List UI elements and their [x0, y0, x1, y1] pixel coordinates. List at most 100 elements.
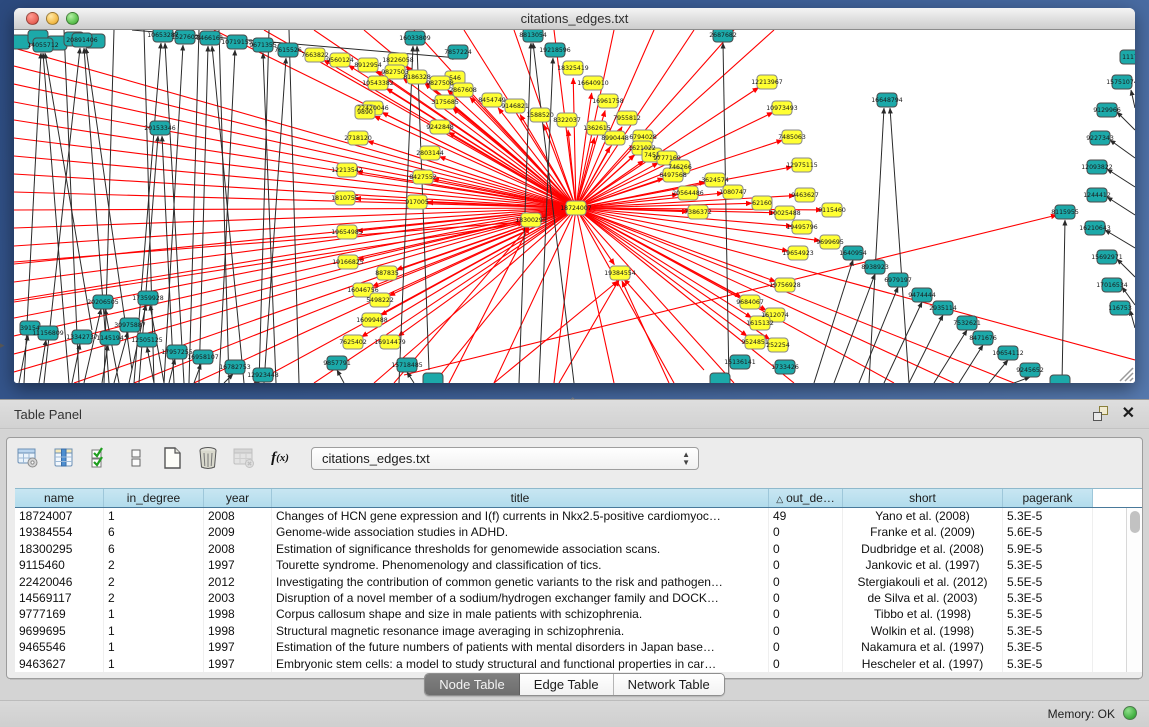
graph-node-label: 12213967: [751, 79, 783, 86]
memory-status-icon[interactable]: [1123, 706, 1137, 720]
column-header-pagerank[interactable]: pagerank: [1003, 489, 1093, 507]
graph-node-label: 1615132: [746, 320, 774, 327]
table-panel-header: ⌃ Table Panel ✕: [0, 399, 1149, 429]
graph-node-label: 15751074: [1106, 79, 1135, 86]
cell-name: 19384554: [15, 524, 104, 540]
cell-pagerank: 5.3E-5: [1003, 606, 1093, 622]
table-vertical-scrollbar[interactable]: [1126, 508, 1142, 672]
network-canvas[interactable]: 1405571220891406106532871527602846616110…: [14, 30, 1135, 383]
select-all-icon[interactable]: [87, 445, 113, 471]
cell-short: Wolkin et al. (1998): [843, 623, 1003, 639]
new-table-icon[interactable]: [159, 445, 185, 471]
table-settings-icon[interactable]: [15, 445, 41, 471]
graph-node-label: 8115955: [1051, 209, 1079, 216]
cell-title: Disruption of a novel member of a sodium…: [272, 590, 769, 606]
network-window-titlebar[interactable]: citations_edges.txt: [14, 8, 1135, 30]
delete-table-icon[interactable]: [195, 445, 221, 471]
graph-node-label: 1588520: [526, 112, 554, 119]
status-bar: Memory: OK: [0, 700, 1149, 727]
graph-node-label: 9684067: [736, 299, 764, 306]
column-header-out_degree[interactable]: △out_de…: [769, 489, 843, 507]
graph-node-label: 2718120: [344, 135, 372, 142]
cell-pagerank: 5.9E-5: [1003, 541, 1093, 557]
cell-name: 9699695: [15, 623, 104, 639]
table-row[interactable]: 946554611997Estimation of the future num…: [15, 639, 1142, 655]
resize-grip[interactable]: [1120, 368, 1133, 381]
import-table-disabled-icon: [231, 445, 257, 471]
float-window-icon[interactable]: [1093, 406, 1108, 421]
cell-pagerank: 5.5E-5: [1003, 574, 1093, 590]
show-columns-icon[interactable]: [51, 445, 77, 471]
table-row[interactable]: 1456911722003Disruption of a novel membe…: [15, 590, 1142, 606]
cell-year: 1997: [204, 639, 272, 655]
graph-node-label: 16961758: [592, 98, 624, 105]
column-header-title[interactable]: title: [272, 489, 769, 507]
cell-pagerank: 5.6E-5: [1003, 524, 1093, 540]
cell-in_degree: 1: [104, 606, 204, 622]
citation-graph[interactable]: 1405571220891406106532871527602846616110…: [14, 30, 1135, 383]
table-toolbar: f(x) citations_edges.txt ▲▼: [15, 443, 699, 473]
graph-node-label: 16640910: [577, 80, 609, 87]
cell-name: 18300295: [15, 541, 104, 557]
graph-node-label: 1640954: [839, 250, 867, 257]
column-header-year[interactable]: year: [204, 489, 272, 507]
function-builder-icon[interactable]: f(x): [267, 445, 293, 471]
graph-node-label: 9463627: [791, 192, 819, 199]
graph-node-label: 9560124: [326, 57, 354, 64]
table-row[interactable]: 1938455462009Genome-wide association stu…: [15, 524, 1142, 540]
tab-edge-table[interactable]: Edge Table: [520, 674, 614, 695]
graph-node[interactable]: [423, 373, 443, 383]
cell-year: 1997: [204, 656, 272, 672]
split-resize-handle[interactable]: ⌃: [569, 398, 579, 405]
graph-node[interactable]: [710, 373, 730, 383]
table-row[interactable]: 911546021997Tourette syndrome. Phenomeno…: [15, 557, 1142, 573]
graph-node-label: 15136141: [724, 359, 756, 366]
merge-rows-icon[interactable]: [123, 445, 149, 471]
cell-year: 1998: [204, 623, 272, 639]
graph-node-label: 12923448: [247, 372, 279, 379]
cell-year: 2008: [204, 541, 272, 557]
graph-node-label: 7663822: [301, 52, 329, 59]
graph-node-label: 17016534: [1096, 282, 1128, 289]
graph-node-label: 19384554: [604, 270, 636, 277]
column-header-short[interactable]: short: [843, 489, 1003, 507]
table-row[interactable]: 977716911998Corpus callosum shape and si…: [15, 606, 1142, 622]
graph-node-label: 2687682: [709, 32, 737, 39]
table-row[interactable]: 1872400712008Changes of HCN gene express…: [15, 508, 1142, 524]
graph-node-label: 10025488: [769, 210, 801, 217]
graph-node[interactable]: [1050, 375, 1070, 383]
graph-node-label: 19756928: [769, 282, 801, 289]
close-panel-icon[interactable]: ✕: [1122, 406, 1135, 421]
tab-node-table[interactable]: Node Table: [425, 674, 520, 695]
graph-node-label: 9245652: [1016, 367, 1044, 374]
cell-name: 18724007: [15, 508, 104, 524]
graph-node-label: 9115460: [818, 207, 846, 214]
cell-out_degree: 0: [769, 623, 843, 639]
tab-network-table[interactable]: Network Table: [614, 674, 724, 695]
scrollbar-thumb[interactable]: [1130, 511, 1140, 533]
graph-node-label: 19218596: [539, 47, 571, 54]
graph-node-label: 9857791: [323, 360, 351, 367]
network-window[interactable]: citations_edges.txt 14055712208914061065…: [14, 8, 1135, 383]
hidden-panel-arrow-icon[interactable]: ▸: [0, 340, 5, 351]
graph-node-label: 5498222: [366, 297, 394, 304]
cell-out_degree: 0: [769, 639, 843, 655]
column-header-in_degree[interactable]: in_degree: [104, 489, 204, 507]
graph-node-label: 2867608: [449, 87, 477, 94]
graph-node-label: 62160: [752, 200, 772, 207]
graph-node-label: 9227343: [1086, 135, 1114, 142]
graph-node-label: 16099488: [356, 317, 388, 324]
table-row[interactable]: 969969511998Structural magnetic resonanc…: [15, 623, 1142, 639]
cell-in_degree: 2: [104, 574, 204, 590]
graph-node-label: 9890: [357, 109, 373, 116]
sort-ascending-icon: △: [776, 494, 783, 504]
table-row[interactable]: 1830029562008Estimation of significance …: [15, 541, 1142, 557]
table-row[interactable]: 2242004622012Investigating the contribut…: [15, 574, 1142, 590]
cell-out_degree: 49: [769, 508, 843, 524]
graph-node-label: 19495796: [786, 224, 818, 231]
graph-node-label: 7386372: [684, 209, 712, 216]
table-row[interactable]: 946362711997Embryonic stem cells: a mode…: [15, 656, 1142, 672]
column-header-name[interactable]: name: [15, 489, 104, 507]
cell-pagerank: 5.3E-5: [1003, 623, 1093, 639]
table-select-dropdown[interactable]: citations_edges.txt ▲▼: [311, 447, 699, 470]
